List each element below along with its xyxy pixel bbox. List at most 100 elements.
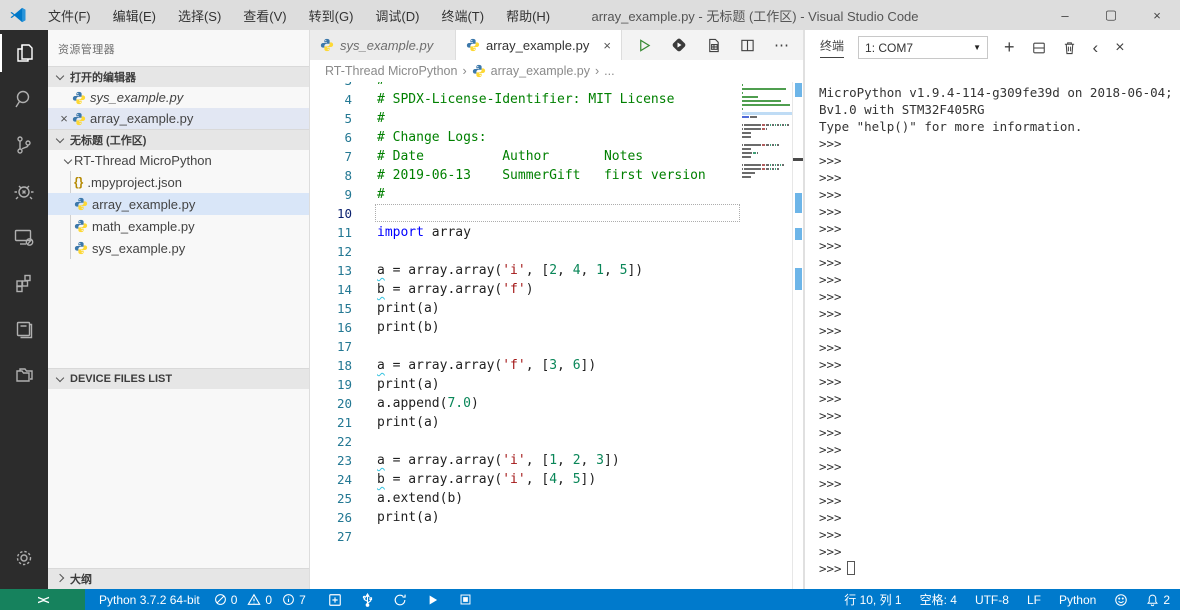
- open-editor-item[interactable]: sys_example.py: [48, 87, 309, 108]
- usb-device-icon[interactable]: [362, 592, 373, 607]
- close-window-button[interactable]: ×: [1134, 0, 1180, 30]
- notebook-icon[interactable]: [0, 306, 48, 352]
- breadcrumb-symbol[interactable]: ...: [604, 64, 614, 78]
- close-icon[interactable]: ×: [603, 38, 611, 53]
- ruler-slider[interactable]: [793, 158, 803, 161]
- tree-item[interactable]: math_example.py: [48, 215, 309, 237]
- explorer-sidebar: 资源管理器 打开的编辑器 sys_example.py × array_exampl…: [48, 30, 310, 589]
- line-content: #: [377, 185, 385, 204]
- encoding[interactable]: UTF-8: [975, 593, 1009, 607]
- extensions-icon[interactable]: [0, 260, 48, 306]
- editor-tab-array_example.py[interactable]: array_example.py ×: [456, 30, 622, 60]
- close-icon[interactable]: ×: [56, 111, 72, 126]
- terminal-output[interactable]: MicroPython v1.9.4-114-g309fe39d on 2018…: [805, 78, 1180, 589]
- debug-icon[interactable]: [0, 168, 48, 214]
- cursor-position[interactable]: 行 10, 列 1: [844, 591, 901, 608]
- source-control-icon[interactable]: [0, 122, 48, 168]
- minimap-seg: [780, 124, 781, 126]
- tree-item[interactable]: {} .mpyproject.json: [48, 171, 309, 193]
- code-line-21[interactable]: 21 print(a): [310, 413, 740, 432]
- code-line-17[interactable]: 17: [310, 337, 740, 356]
- terminal-port-select[interactable]: 1: COM7 ▼: [858, 36, 989, 59]
- code-line-6[interactable]: 6 # Change Logs:: [310, 128, 740, 147]
- minimize-button[interactable]: –: [1042, 0, 1088, 30]
- overview-ruler[interactable]: [792, 82, 803, 589]
- folders-icon[interactable]: [0, 352, 48, 398]
- tree-item[interactable]: array_example.py: [48, 193, 309, 215]
- code-line-13[interactable]: 13 a = array.array('i', [2, 4, 1, 5]): [310, 261, 740, 280]
- new-terminal-icon[interactable]: +: [1004, 37, 1015, 58]
- code-token: #: [377, 187, 385, 202]
- code-line-19[interactable]: 19 print(a): [310, 375, 740, 394]
- editor-tab-sys_example.py[interactable]: sys_example.py: [310, 30, 456, 60]
- split-editor-icon[interactable]: [740, 38, 755, 53]
- close-panel-icon[interactable]: ×: [1115, 39, 1124, 57]
- feedback-smiley-icon[interactable]: [1114, 593, 1128, 607]
- code-line-5[interactable]: 5 #: [310, 109, 740, 128]
- code-line-14[interactable]: 14 b = array.array('f'): [310, 280, 740, 299]
- code-line-8[interactable]: 8 # 2019-06-13 SummerGift first version: [310, 166, 740, 185]
- split-terminal-icon[interactable]: [1032, 41, 1046, 55]
- code-line-7[interactable]: 7 # Date Author Notes: [310, 147, 740, 166]
- breadcrumb-folder[interactable]: RT-Thread MicroPython: [325, 64, 457, 78]
- code-line-23[interactable]: 23 a = array.array('i', [1, 2, 3]): [310, 451, 740, 470]
- code-line-22[interactable]: 22: [310, 432, 740, 451]
- kill-terminal-trash-icon[interactable]: [1063, 41, 1076, 55]
- remote-device-icon[interactable]: [0, 214, 48, 260]
- minimap-seg: [742, 136, 751, 138]
- tree-item[interactable]: sys_example.py: [48, 237, 309, 259]
- run-file-icon[interactable]: [637, 38, 652, 53]
- code-line-18[interactable]: 18 a = array.array('f', [3, 6]): [310, 356, 740, 375]
- code-token: # 2019-06-13 SummerGift first version: [377, 168, 706, 183]
- menu-item[interactable]: 选择(S): [169, 3, 230, 28]
- code-line-16[interactable]: 16 print(b): [310, 318, 740, 337]
- open-preview-icon[interactable]: [706, 38, 721, 53]
- stop-icon[interactable]: [459, 593, 472, 606]
- code-line-10[interactable]: 10: [310, 204, 740, 223]
- outline-header[interactable]: 大纲: [48, 568, 309, 589]
- code-line-24[interactable]: 24 b = array.array('i', [4, 5]): [310, 470, 740, 489]
- notifications-bell[interactable]: 2: [1146, 593, 1170, 607]
- line-number: 11: [336, 225, 352, 240]
- eol-sequence[interactable]: LF: [1027, 593, 1041, 607]
- indentation[interactable]: 空格: 4: [920, 591, 957, 608]
- open-editors-header[interactable]: 打开的编辑器: [48, 66, 309, 87]
- breadcrumb-file[interactable]: array_example.py: [491, 64, 590, 78]
- sync-icon[interactable]: [393, 593, 407, 607]
- remote-indicator[interactable]: ><: [0, 589, 85, 610]
- problems-indicator[interactable]: 0 0 7: [214, 593, 306, 607]
- play-icon[interactable]: [427, 594, 439, 606]
- explorer-icon[interactable]: [0, 30, 48, 76]
- python-interpreter[interactable]: Python 3.7.2 64-bit: [99, 593, 200, 607]
- more-actions-icon[interactable]: ⋯: [774, 36, 789, 54]
- language-mode[interactable]: Python: [1059, 593, 1096, 607]
- maximize-button[interactable]: ▢: [1088, 0, 1134, 30]
- menu-item[interactable]: 查看(V): [234, 3, 295, 28]
- device-files-header[interactable]: DEVICE FILES LIST: [48, 368, 309, 389]
- open-editor-item[interactable]: × array_example.py: [48, 108, 309, 129]
- code-line-27[interactable]: 27: [310, 527, 740, 546]
- menu-item[interactable]: 转到(G): [300, 3, 363, 28]
- code-line-11[interactable]: 11 import array: [310, 223, 740, 242]
- code-line-20[interactable]: 20 a.append(7.0): [310, 394, 740, 413]
- folder-row-rt-thread[interactable]: RT-Thread MicroPython: [48, 150, 309, 171]
- code-line-9[interactable]: 9 #: [310, 185, 740, 204]
- run-python-icon[interactable]: [671, 37, 687, 53]
- code-line-26[interactable]: 26 print(a): [310, 508, 740, 527]
- code-editor[interactable]: 3#4# SPDX-License-Identifier: MIT Licens…: [310, 82, 803, 589]
- search-icon[interactable]: [0, 76, 48, 122]
- settings-gear-icon[interactable]: [0, 535, 48, 581]
- terminal-tab[interactable]: 终端: [820, 37, 845, 58]
- code-line-4[interactable]: 4 # SPDX-License-Identifier: MIT License: [310, 90, 740, 109]
- minimap[interactable]: [742, 84, 792, 184]
- add-box-icon[interactable]: [328, 593, 342, 607]
- menu-item[interactable]: 编辑(E): [104, 3, 165, 28]
- code-line-15[interactable]: 15 print(a): [310, 299, 740, 318]
- code-line-3[interactable]: 3#: [310, 82, 740, 90]
- code-line-25[interactable]: 25 a.extend(b): [310, 489, 740, 508]
- maximize-panel-icon[interactable]: ‹: [1093, 38, 1099, 58]
- menu-item[interactable]: 调试(D): [366, 3, 428, 28]
- workspace-header[interactable]: 无标题 (工作区): [48, 129, 309, 150]
- menu-item[interactable]: 文件(F): [39, 3, 100, 28]
- code-line-12[interactable]: 12: [310, 242, 740, 261]
